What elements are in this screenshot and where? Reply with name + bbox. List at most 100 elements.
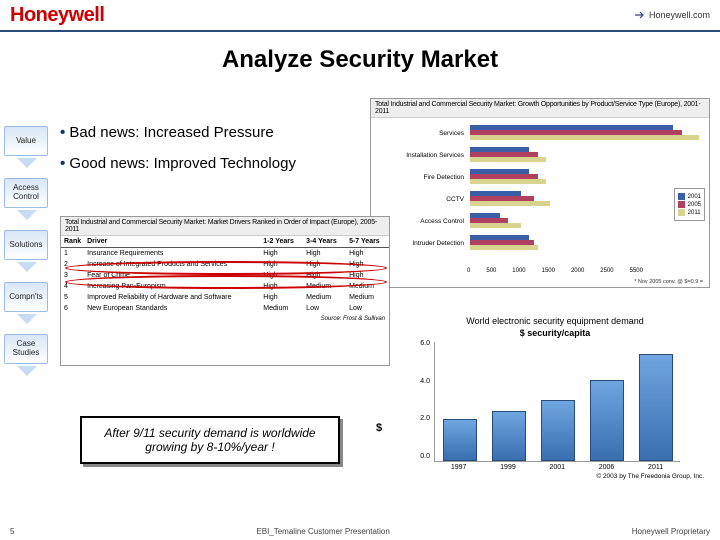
hbar-row: Fire Detection (377, 166, 703, 188)
table-cell: High (346, 248, 389, 260)
hbar-segment (470, 223, 521, 228)
callout-box: After 9/11 security demand is worldwide … (80, 416, 340, 464)
capita-bar (541, 400, 575, 461)
funnel-item: Solutions (4, 230, 50, 260)
table-cell: High (260, 281, 303, 292)
funnel-item: Compn'ts (4, 282, 50, 312)
hbar-row: Access Control (377, 210, 703, 232)
capita-unit-label: $ (376, 422, 382, 434)
chevron-down-icon (17, 262, 37, 272)
x-tick: 2500 (600, 268, 613, 274)
y-tick: 4.0 (420, 378, 430, 385)
table-header: Driver (84, 236, 260, 248)
bullet-item: Bad news: Increased Pressure (60, 124, 296, 141)
table-cell: Low (303, 303, 346, 314)
hbar-label: CCTV (377, 196, 467, 203)
table-cell: Low (346, 303, 389, 314)
hbar-label: Intruder Detection (377, 240, 467, 247)
table-cell: Fear of Crime (84, 270, 260, 281)
table-header: 5-7 Years (346, 236, 389, 248)
footer-right: Honeywell Proprietary (632, 527, 710, 536)
drivers-body: 1Insurance RequirementsHighHighHigh2Incr… (61, 248, 389, 315)
funnel-box: Access Control (4, 178, 48, 208)
percapita-chart: World electronic security equipment dema… (400, 316, 710, 491)
funnel-box: Case Studies (4, 334, 48, 364)
table-cell: Improved Reliability of Hardware and Sof… (84, 292, 260, 303)
hbar-label: Installation Services (377, 152, 467, 159)
chevron-down-icon (17, 366, 37, 376)
table-row: 6New European StandardsMediumLowLow (61, 303, 389, 314)
legend-label: 2001 (688, 194, 701, 200)
legend-swatch (678, 209, 685, 216)
arrow-right-icon (635, 10, 645, 20)
legend-label: 2011 (688, 210, 701, 216)
table-cell: Medium (346, 281, 389, 292)
hbar-segment (470, 179, 546, 184)
funnel-item: Value (4, 126, 50, 156)
capita-bar (639, 354, 673, 461)
x-tick: 1000 (512, 268, 525, 274)
hbar-row: Services (377, 122, 703, 144)
page-title: Analyze Security Market (0, 46, 720, 74)
legend-item: 2005 (678, 201, 701, 208)
hbar-label: Access Control (377, 218, 467, 225)
x-tick: 2000 (571, 268, 584, 274)
legend-item: 2001 (678, 193, 701, 200)
table-cell: High (260, 259, 303, 270)
x-axis: 050010001500200025005500 (467, 268, 643, 274)
table-cell: High (346, 270, 389, 281)
drivers-table-box: Total Industrial and Commercial Security… (60, 216, 390, 366)
legend-label: 2005 (688, 202, 701, 208)
funnel-box: Value (4, 126, 48, 156)
capita-source: © 2003 by The Freedonia Group, Inc. (400, 473, 704, 480)
x-tick: 2006 (599, 464, 615, 471)
hbar-segment (470, 201, 550, 206)
x-tick: 5500 (630, 268, 643, 274)
x-tick: 2001 (549, 464, 565, 471)
bullet-item: Good news: Improved Technology (60, 155, 296, 172)
hbar-track (470, 234, 703, 252)
table-cell: Medium (303, 292, 346, 303)
table-cell: High (346, 259, 389, 270)
left-funnel: Value Access Control Solutions Compn'ts Case… (4, 126, 50, 364)
drivers-table: RankDriver1-2 Years3-4 Years5-7 Years 1I… (61, 236, 389, 314)
chevron-down-icon (17, 210, 37, 220)
x-tick: 1997 (451, 464, 467, 471)
table-row: 2Increase of Integrated Products and Ser… (61, 259, 389, 270)
hbar-label: Services (377, 130, 467, 137)
hbar-track (470, 168, 703, 186)
y-tick: 6.0 (420, 340, 430, 347)
x-tick: 1999 (500, 464, 516, 471)
table-row: 1Insurance RequirementsHighHighHigh (61, 248, 389, 260)
table-cell: High (303, 270, 346, 281)
table-header: 3-4 Years (303, 236, 346, 248)
chart-title: Total Industrial and Commercial Security… (371, 99, 709, 118)
hbar-row: Intruder Detection (377, 232, 703, 254)
legend-swatch (678, 201, 685, 208)
legend-swatch (678, 193, 685, 200)
drivers-header-row: RankDriver1-2 Years3-4 Years5-7 Years (61, 236, 389, 248)
legend-item: 2011 (678, 209, 701, 216)
capita-title2: $ security/capita (400, 328, 710, 338)
page-number: 5 (10, 527, 14, 536)
hbar-segment (470, 135, 699, 140)
table-cell: High (260, 248, 303, 260)
footer-center: EBI_Temaline Customer Presentation (256, 527, 389, 536)
table-cell: Insurance Requirements (84, 248, 260, 260)
funnel-item: Case Studies (4, 334, 50, 364)
y-tick: 0.0 (420, 453, 430, 460)
table-cell: 2 (61, 259, 84, 270)
funnel-item: Access Control (4, 178, 50, 208)
capita-title1: World electronic security equipment dema… (400, 316, 710, 326)
table-cell: High (260, 292, 303, 303)
honeywell-logo: Honeywell (10, 4, 104, 27)
bullet-list: Bad news: Increased Pressure Good news: I… (60, 118, 296, 186)
hbar-segment (470, 245, 538, 250)
table-row: 5Improved Reliability of Hardware and So… (61, 292, 389, 303)
footer: 5 EBI_Temaline Customer Presentation Hon… (0, 527, 720, 536)
url-text: Honeywell.com (649, 10, 710, 20)
table-cell: Increasing Pan-Europism (84, 281, 260, 292)
table-cell: High (303, 259, 346, 270)
growth-bar-chart: Total Industrial and Commercial Security… (370, 98, 710, 288)
capita-xaxis: 19971999200120062011 (434, 464, 680, 471)
